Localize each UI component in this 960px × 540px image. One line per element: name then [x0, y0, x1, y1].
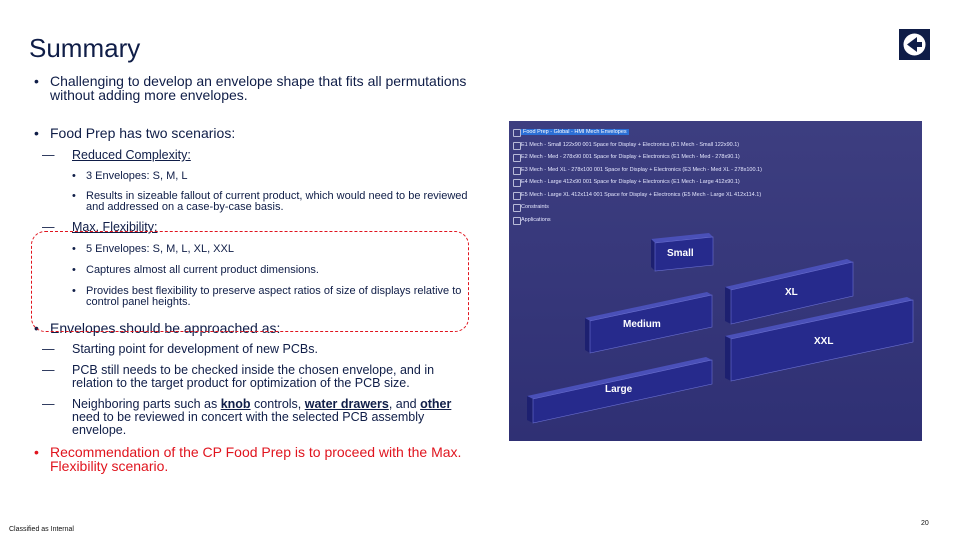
label-large: Large — [605, 384, 633, 395]
classification-footer: Classified as Internal — [9, 526, 74, 533]
neighbor-text: controls, — [250, 397, 305, 411]
water-drawers-term: water drawers — [304, 397, 389, 411]
reduced-item: 3 Envelopes: S, M, L — [30, 171, 475, 183]
page-number: 20 — [921, 520, 929, 527]
cad-envelope-screenshot: Food Prep - Global - HMI Mech Envelopes … — [509, 121, 922, 441]
neighbor-text: Neighboring parts such as — [72, 397, 221, 411]
neighbor-text: need to be reviewed in concert with the … — [72, 410, 425, 437]
label-medium: Medium — [623, 319, 661, 330]
bullet-food-prep-scenarios: Food Prep has two scenarios: — [30, 126, 475, 140]
approach-item: Starting point for development of new PC… — [30, 343, 475, 357]
bullet-challenge: Challenging to develop an envelope shape… — [30, 74, 475, 102]
label-xxl: XXL — [814, 336, 834, 347]
knob-term: knob — [220, 397, 251, 411]
envelope-3d-view — [527, 233, 914, 424]
reduced-complexity-label: Reduced Complexity: — [72, 148, 191, 162]
electrolux-logo-icon — [899, 29, 930, 60]
label-xl: XL — [785, 287, 798, 298]
approach-item: PCB still needs to be checked inside the… — [30, 364, 475, 390]
label-small: Small — [667, 248, 694, 259]
reduced-item: Results in sizeable fallout of current p… — [30, 191, 475, 213]
other-term: other — [420, 397, 452, 411]
scenario-reduced-complexity: Reduced Complexity: — [30, 148, 475, 163]
neighbor-text: , and — [388, 397, 421, 411]
recommendation-bullet: Recommendation of the CP Food Prep is to… — [30, 445, 475, 473]
slide-title: Summary — [29, 33, 141, 63]
max-flexibility-highlight-box — [31, 231, 469, 332]
approach-item-neighbor: Neighboring parts such as knob controls,… — [30, 398, 475, 437]
